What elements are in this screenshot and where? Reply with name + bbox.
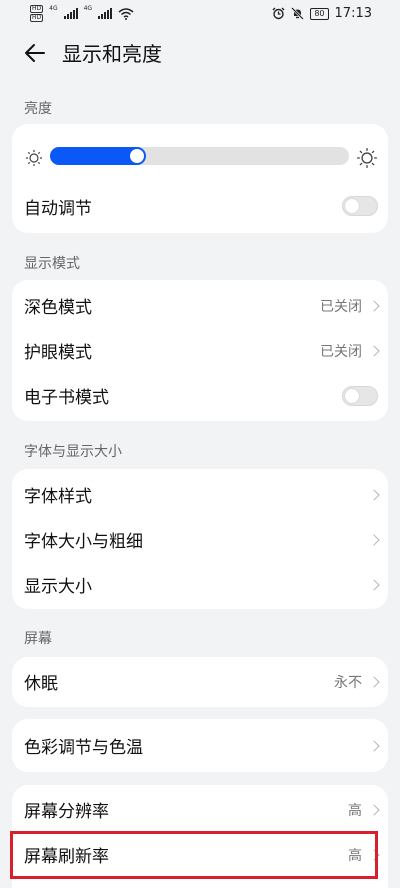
brightness-card: 自动调节	[12, 124, 388, 233]
dark-mode-value: 已关闭	[320, 298, 362, 315]
auto-brightness-toggle[interactable]	[342, 196, 378, 216]
dark-mode-row[interactable]: 深色模式 已关闭	[12, 283, 388, 328]
section-label-display-mode: 显示模式	[24, 256, 80, 272]
brightness-slider-row	[12, 124, 388, 176]
resolution-label: 屏幕分辨率	[24, 802, 109, 822]
clock: 17:13	[334, 6, 372, 21]
color-temp-label: 色彩调节与色温	[24, 738, 143, 758]
font-style-label: 字体样式	[24, 487, 92, 507]
ebook-mode-toggle[interactable]	[342, 385, 378, 406]
page-title: 显示和亮度	[62, 42, 162, 66]
eye-comfort-label: 护眼模式	[24, 343, 92, 363]
toggle-knob	[345, 199, 359, 213]
status-right: 80 17:13	[272, 6, 372, 21]
resolution-value: 高	[348, 802, 362, 819]
chevron-right-icon	[368, 344, 380, 357]
toggle-knob	[345, 388, 359, 403]
highlight-box	[10, 831, 378, 879]
resolution-row[interactable]: 屏幕分辨率 高	[12, 787, 388, 832]
display-size-row[interactable]: 显示大小	[12, 562, 388, 607]
back-arrow-icon[interactable]	[22, 40, 48, 66]
display-size-label: 显示大小	[24, 577, 92, 597]
font-size-weight-row[interactable]: 字体大小与粗细	[12, 517, 388, 562]
alarm-icon	[272, 7, 285, 20]
section-label-brightness: 亮度	[24, 101, 52, 117]
mute-icon	[291, 7, 305, 20]
sim2-badge: HD	[30, 14, 44, 22]
section-label-font: 字体与显示大小	[24, 444, 122, 460]
signal-1-icon	[63, 8, 78, 19]
brightness-high-icon	[357, 148, 377, 168]
wifi-icon	[118, 7, 134, 20]
display-mode-card: 深色模式 已关闭 护眼模式 已关闭 电子书模式	[12, 280, 388, 421]
network-type-1: 4G	[49, 5, 58, 12]
signal-2-icon	[98, 8, 113, 19]
sim-indicator-icon: HD HD	[30, 5, 44, 22]
ebook-mode-label: 电子书模式	[24, 388, 109, 408]
sleep-value: 永不	[334, 674, 362, 691]
chevron-right-icon	[368, 299, 380, 312]
chevron-right-icon	[368, 578, 380, 591]
section-label-screen: 屏幕	[24, 631, 52, 647]
chevron-right-icon	[368, 803, 380, 816]
color-temp-row[interactable]: 色彩调节与色温	[12, 723, 388, 768]
auto-brightness-label: 自动调节	[24, 198, 92, 219]
page-header: 显示和亮度	[0, 36, 400, 72]
status-left: HD HD 4G 4G	[30, 5, 134, 22]
font-style-row[interactable]: 字体样式	[12, 472, 388, 517]
ebook-mode-row[interactable]: 电子书模式	[12, 373, 388, 418]
battery-icon: 80	[310, 7, 329, 20]
brightness-low-icon	[26, 150, 42, 166]
brightness-slider[interactable]	[50, 147, 349, 165]
network-type-2: 4G	[83, 5, 93, 12]
dark-mode-label: 深色模式	[24, 298, 92, 318]
sim1-badge: HD	[30, 5, 44, 13]
auto-brightness-row[interactable]: 自动调节	[12, 183, 388, 229]
sleep-card: 休眠 永不	[12, 657, 388, 707]
chevron-right-icon	[368, 739, 380, 752]
chevron-right-icon	[368, 488, 380, 501]
font-card: 字体样式 字体大小与粗细 显示大小	[12, 469, 388, 609]
status-bar: HD HD 4G 4G 80 17:13	[0, 0, 400, 28]
eye-comfort-row[interactable]: 护眼模式 已关闭	[12, 328, 388, 373]
brightness-slider-thumb[interactable]	[130, 149, 144, 163]
chevron-right-icon	[368, 533, 380, 546]
sleep-row[interactable]: 休眠 永不	[12, 659, 388, 704]
eye-comfort-value: 已关闭	[320, 343, 362, 360]
color-card: 色彩调节与色温	[12, 719, 388, 772]
chevron-right-icon	[368, 675, 380, 688]
font-size-weight-label: 字体大小与粗细	[24, 532, 143, 552]
sleep-label: 休眠	[24, 674, 58, 694]
